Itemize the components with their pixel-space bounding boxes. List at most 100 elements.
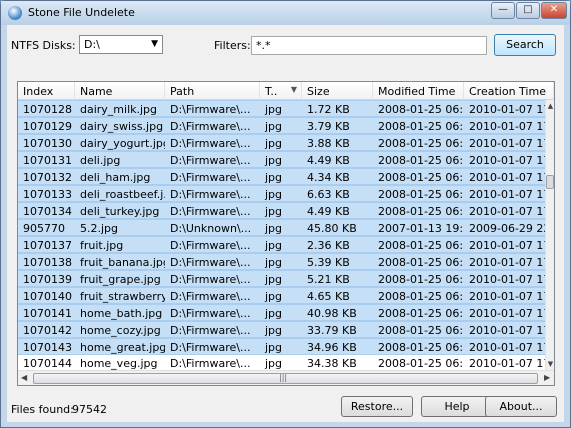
cell-size: 33.79 KB	[307, 324, 357, 337]
cell-created: 2010-01-07 17:5	[469, 103, 546, 116]
cell-size: 6.63 KB	[307, 188, 350, 201]
column-header-index[interactable]: Index	[18, 82, 75, 100]
column-header-type[interactable]: T.. ▼	[260, 82, 302, 100]
cell-type: jpg	[265, 324, 283, 337]
cell-modified: 2008-01-25 06:56	[378, 256, 464, 269]
scroll-down-icon[interactable]: ▼	[546, 360, 554, 368]
cell-type: jpg	[265, 341, 283, 354]
ntfs-disks-label: NTFS Disks:	[11, 39, 76, 52]
cell-modified: 2008-01-25 06:56	[378, 290, 464, 303]
client-area: NTFS Disks: D:\ ▼ Filters: *.* Search In…	[7, 25, 564, 422]
about-button[interactable]: About...	[485, 396, 557, 417]
cell-size: 45.80 KB	[307, 222, 357, 235]
minimize-icon[interactable]: —	[491, 2, 515, 19]
table-row[interactable]: 1070142 home_cozy.jpg D:\Firmware\... jpg 33…	[18, 321, 546, 338]
cell-size: 34.38 KB	[307, 357, 357, 370]
column-header-modified[interactable]: Modified Time	[373, 82, 464, 100]
cell-path: D:\Firmware\...	[170, 307, 251, 320]
cell-path: D:\Firmware\...	[170, 154, 251, 167]
filters-label: Filters:	[214, 39, 251, 52]
filter-input[interactable]: *.*	[251, 36, 487, 55]
column-header-name[interactable]: Name	[75, 82, 165, 100]
grip-icon: |||	[279, 373, 288, 382]
cell-modified: 2008-01-25 06:56	[378, 341, 464, 354]
table-row[interactable]: 1070141 home_bath.jpg D:\Firmware\... jpg 40…	[18, 304, 546, 321]
cell-path: D:\Firmware\...	[170, 290, 251, 303]
horizontal-scroll-thumb[interactable]: |||	[33, 373, 538, 384]
cell-modified: 2008-01-25 06:56	[378, 120, 464, 133]
file-list[interactable]: Index Name Path T.. ▼ Size Modified Time…	[17, 81, 555, 386]
cell-path: D:\Firmware\...	[170, 357, 251, 370]
cell-size: 40.98 KB	[307, 307, 357, 320]
vertical-scrollbar[interactable]: ▲ ▼	[545, 100, 554, 370]
disk-select[interactable]: D:\ ▼	[79, 35, 163, 54]
table-row[interactable]: 1070131 deli.jpg D:\Firmware\... jpg 4.49 KB…	[18, 151, 546, 168]
table-row[interactable]: 1070134 deli_turkey.jpg D:\Firmware\... jpg…	[18, 202, 546, 219]
cell-modified: 2008-01-25 06:56	[378, 273, 464, 286]
cell-type: jpg	[265, 273, 283, 286]
maximize-icon[interactable]: □	[516, 2, 540, 19]
table-row[interactable]: 1070140 fruit_strawberry... D:\Firmware\..…	[18, 287, 546, 304]
cell-size: 5.21 KB	[307, 273, 350, 286]
cell-name: deli_ham.jpg	[80, 171, 151, 184]
cell-path: D:\Firmware\...	[170, 273, 251, 286]
search-button[interactable]: Search	[494, 34, 556, 56]
cell-name: fruit.jpg	[80, 239, 124, 252]
scroll-left-icon[interactable]: ◀	[21, 373, 27, 382]
vertical-scroll-thumb[interactable]	[546, 175, 554, 189]
files-found-label: Files found:	[11, 403, 74, 416]
cell-name: dairy_yogurt.jpg	[80, 137, 165, 150]
help-button[interactable]: Help	[421, 396, 493, 417]
cell-modified: 2008-01-25 06:56	[378, 154, 464, 167]
restore-button[interactable]: Restore...	[341, 396, 413, 417]
cell-index: 1070143	[23, 341, 72, 354]
cell-name: deli_turkey.jpg	[80, 205, 160, 218]
scroll-up-icon[interactable]: ▲	[546, 102, 554, 110]
table-row[interactable]: 1070132 deli_ham.jpg D:\Firmware\... jpg 4.3…	[18, 168, 546, 185]
table-row[interactable]: 905770 5.2.jpg D:\Unknown\... jpg 45.80 KB 20…	[18, 219, 546, 236]
cell-path: D:\Firmware\...	[170, 137, 251, 150]
cell-type: jpg	[265, 256, 283, 269]
cell-type: jpg	[265, 222, 283, 235]
cell-modified: 2008-01-25 06:56	[378, 205, 464, 218]
cell-modified: 2008-01-25 06:56	[378, 171, 464, 184]
scroll-right-icon[interactable]: ▶	[544, 373, 550, 382]
cell-path: D:\Firmware\...	[170, 188, 251, 201]
cell-type: jpg	[265, 137, 283, 150]
cell-name: 5.2.jpg	[80, 222, 119, 235]
table-row[interactable]: 1070133 deli_roastbeef.j... D:\Firmware\..…	[18, 185, 546, 202]
horizontal-scrollbar[interactable]: ◀ ||| ▶	[18, 370, 554, 385]
cell-type: jpg	[265, 188, 283, 201]
cell-modified: 2008-01-25 06:56	[378, 137, 464, 150]
column-header-path[interactable]: Path	[165, 82, 260, 100]
column-header-created[interactable]: Creation Time	[464, 82, 554, 100]
cell-created: 2010-01-07 17:5	[469, 171, 546, 184]
cell-index: 1070142	[23, 324, 72, 337]
cell-index: 1070131	[23, 154, 72, 167]
title-bar[interactable]: Stone File Undelete — □ ✕	[1, 1, 570, 25]
table-row[interactable]: 1070144 home_veg.jpg D:\Firmware\... jpg 34.…	[18, 355, 546, 370]
cell-created: 2010-01-07 17:5	[469, 341, 546, 354]
table-row[interactable]: 1070138 fruit_banana.jpg D:\Firmware\... jp…	[18, 253, 546, 270]
table-row[interactable]: 1070128 dairy_milk.jpg D:\Firmware\... jpg 1…	[18, 100, 546, 117]
cell-index: 1070138	[23, 256, 72, 269]
cell-index: 1070139	[23, 273, 72, 286]
close-icon[interactable]: ✕	[541, 2, 567, 19]
cell-path: D:\Firmware\...	[170, 171, 251, 184]
list-rows: 1070128 dairy_milk.jpg D:\Firmware\... jpg 1…	[18, 100, 546, 370]
cell-size: 4.65 KB	[307, 290, 350, 303]
cell-index: 1070129	[23, 120, 72, 133]
table-row[interactable]: 1070139 fruit_grape.jpg D:\Firmware\... jpg…	[18, 270, 546, 287]
cell-modified: 2008-01-25 06:56	[378, 357, 464, 370]
cell-name: home_bath.jpg	[80, 307, 163, 320]
cell-name: fruit_grape.jpg	[80, 273, 161, 286]
table-row[interactable]: 1070130 dairy_yogurt.jpg D:\Firmware\... jp…	[18, 134, 546, 151]
cell-created: 2010-01-07 17:5	[469, 357, 546, 370]
app-window: Stone File Undelete — □ ✕ NTFS Disks: D:…	[0, 0, 571, 428]
table-row[interactable]: 1070137 fruit.jpg D:\Firmware\... jpg 2.36 K…	[18, 236, 546, 253]
column-header-size[interactable]: Size	[302, 82, 373, 100]
cell-path: D:\Firmware\...	[170, 120, 251, 133]
table-row[interactable]: 1070129 dairy_swiss.jpg D:\Firmware\... jpg…	[18, 117, 546, 134]
table-row[interactable]: 1070143 home_great.jpg D:\Firmware\... jpg 3…	[18, 338, 546, 355]
chevron-down-icon[interactable]: ▼	[151, 39, 158, 49]
